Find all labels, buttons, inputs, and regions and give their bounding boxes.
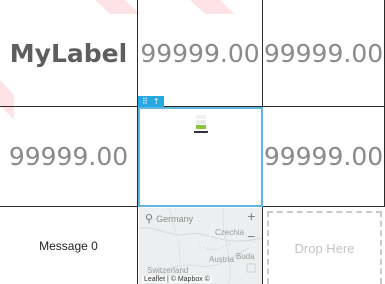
value-widget[interactable]: 99999.00 <box>138 0 263 107</box>
map-place-label: Austria <box>209 255 234 264</box>
dashboard-canvas: MyLabel 99999.00 99999.00 99999.00 99999… <box>0 0 385 284</box>
value-text: 99999.00 <box>8 142 129 171</box>
bar-indicator-icon <box>194 115 208 133</box>
arrow-up-icon[interactable]: ↑ <box>153 97 160 106</box>
zoom-out-button[interactable]: − <box>247 230 256 243</box>
map-view[interactable]: ⚲ Germany + − Czechia Austria Buda Switz… <box>139 208 262 284</box>
widget-selection-toolbar: ⠿ ↑ <box>138 96 164 107</box>
value-widget[interactable]: 99999.00 <box>0 107 138 207</box>
drag-handle-icon[interactable]: ⠿ <box>142 97 148 106</box>
drop-zone-label: Drop Here <box>294 241 355 256</box>
map-place-label: Buda <box>236 252 255 261</box>
map-place-label: Czechia <box>215 228 244 237</box>
value-widget[interactable]: 99999.00 <box>263 0 385 107</box>
message-widget[interactable]: Message 0 <box>0 207 138 284</box>
map-search[interactable]: ⚲ Germany <box>145 212 193 225</box>
label-widget[interactable]: MyLabel <box>0 0 138 107</box>
map-attribution[interactable]: Leaflet | © Mapbox © <box>142 276 212 283</box>
value-text: 99999.00 <box>263 142 384 171</box>
value-widget[interactable]: 99999.00 <box>263 107 385 207</box>
search-icon: ⚲ <box>145 213 154 225</box>
value-text: 99999.00 <box>263 38 384 68</box>
map-place-label: Switzerland <box>147 266 189 275</box>
drop-zone[interactable]: Drop Here <box>267 211 382 284</box>
message-text: Message 0 <box>39 238 98 253</box>
map-search-text: Germany <box>156 213 194 224</box>
value-text: 99999.00 <box>140 38 260 68</box>
zoom-in-button[interactable]: + <box>247 210 256 223</box>
label-text: MyLabel <box>9 38 128 68</box>
